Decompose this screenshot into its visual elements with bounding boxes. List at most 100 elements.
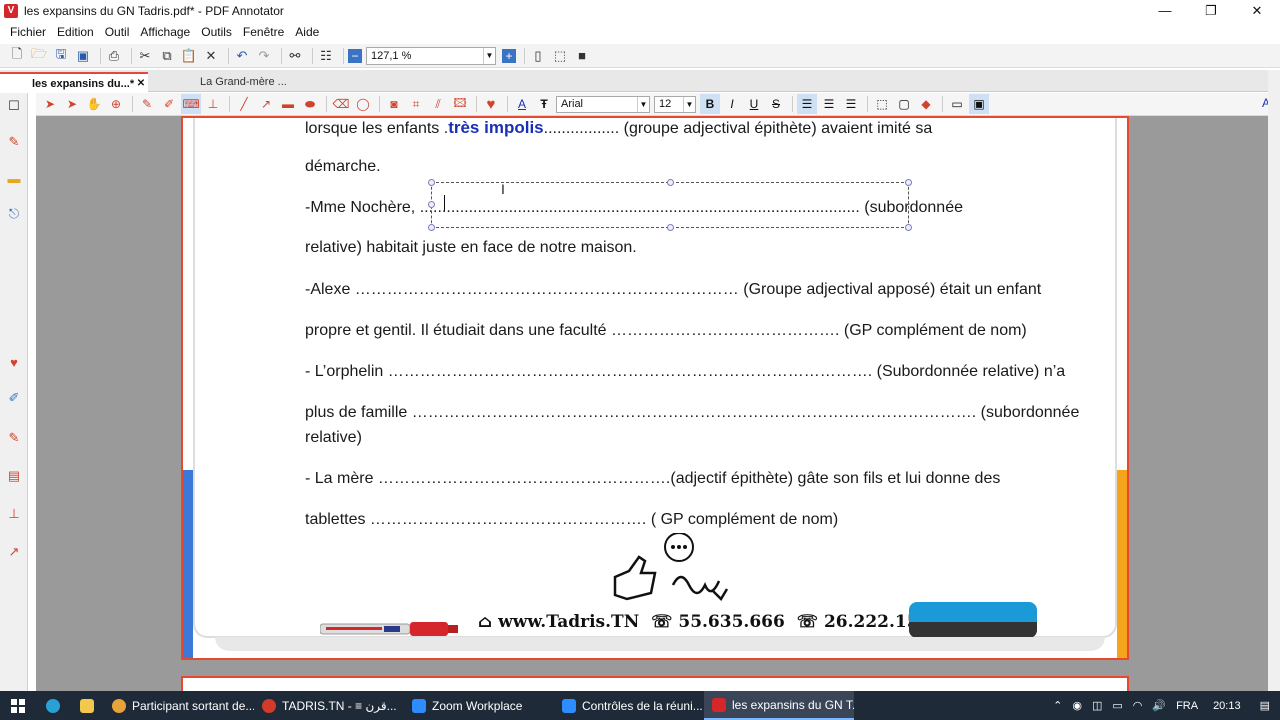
wifi-icon[interactable]: ◠ bbox=[1133, 699, 1143, 712]
menu-affichage[interactable]: Affichage bbox=[140, 25, 190, 39]
rectangle-tool-icon[interactable]: ▬ bbox=[278, 94, 298, 114]
pen-icon[interactable]: ✎ bbox=[5, 133, 23, 151]
camera-icon[interactable]: ◙ bbox=[384, 94, 404, 114]
pen-tool-icon[interactable]: ✎ bbox=[137, 94, 157, 114]
hand-pan-icon[interactable]: ✋ bbox=[84, 94, 104, 114]
typewriter-icon[interactable]: ⌨ bbox=[181, 94, 201, 114]
strikethrough-button[interactable]: S bbox=[766, 94, 786, 114]
menu-outils[interactable]: Outils bbox=[201, 25, 232, 39]
resize-handle[interactable] bbox=[428, 224, 435, 231]
taskbar-item-chrome[interactable]: Participant sortant de... bbox=[104, 691, 254, 720]
align-left-icon[interactable]: ☰ bbox=[797, 94, 817, 114]
marker-tool-icon[interactable]: ✐ bbox=[159, 94, 179, 114]
windows-start-icon[interactable] bbox=[0, 691, 36, 720]
heart-icon[interactable]: ♥ bbox=[5, 353, 23, 371]
find-binoculars-icon[interactable]: ⚯ bbox=[286, 47, 304, 65]
taskbar-item-pdf-annotator[interactable]: les expansins du GN T... bbox=[704, 691, 854, 720]
vertical-scrollbar[interactable] bbox=[1268, 70, 1280, 691]
fit-width-icon[interactable]: ⬚ bbox=[551, 47, 569, 65]
fit-page-icon[interactable]: ▯ bbox=[529, 47, 547, 65]
battery-icon[interactable]: ▭ bbox=[1112, 699, 1122, 712]
tab-les-expansins[interactable]: les expansins du...* ✕ bbox=[0, 72, 148, 92]
chevron-down-icon[interactable]: ▼ bbox=[683, 96, 695, 112]
insert-image-icon[interactable]: 🖾 bbox=[450, 94, 470, 114]
resize-handle[interactable] bbox=[905, 224, 912, 231]
menu-fichier[interactable]: Fichier bbox=[10, 25, 46, 39]
file-explorer-icon[interactable] bbox=[70, 691, 104, 720]
document-viewport[interactable]: lorsque les enfants .très impolis.......… bbox=[36, 116, 1268, 691]
text-frame-active-icon[interactable]: ▣ bbox=[969, 94, 989, 114]
language-indicator[interactable]: FRA bbox=[1176, 700, 1198, 712]
copy-icon[interactable]: ⧉ bbox=[158, 47, 176, 65]
ruler-icon[interactable]: ⫽ bbox=[428, 94, 448, 114]
lasso-tool-icon[interactable]: ◯ bbox=[353, 94, 373, 114]
clock[interactable]: 20:13 bbox=[1213, 700, 1241, 712]
close-tab-icon[interactable]: ✕ bbox=[134, 77, 148, 91]
favorites-heart-icon[interactable]: ♥ bbox=[481, 94, 501, 114]
taskbar-item-zoom-controls[interactable]: Contrôles de la réuni... bbox=[554, 691, 704, 720]
edge-browser-icon[interactable] bbox=[36, 691, 70, 720]
menu-fenetre[interactable]: Fenêtre bbox=[243, 25, 284, 39]
ellipse-tool-icon[interactable]: ⬬ bbox=[300, 94, 320, 114]
zoom-in-icon[interactable]: + bbox=[502, 48, 516, 63]
notifications-icon[interactable]: ▤ bbox=[1260, 699, 1270, 712]
border-style-icon[interactable]: ⬚ bbox=[872, 94, 892, 114]
resize-handle[interactable] bbox=[428, 179, 435, 186]
taskbar-item-tadris[interactable]: TADRIS.TN - ≡ قرن... bbox=[254, 691, 404, 720]
open-folder-icon[interactable]: 🗁 bbox=[30, 46, 48, 65]
eraser-tool-icon[interactable]: ⌫ bbox=[331, 94, 351, 114]
arrow-icon[interactable]: ↗ bbox=[5, 543, 23, 561]
new-document-icon[interactable]: 🗋 bbox=[8, 46, 26, 65]
print-icon[interactable]: ⎙ bbox=[105, 47, 123, 65]
align-right-icon[interactable]: ☰ bbox=[841, 94, 861, 114]
resize-handle[interactable] bbox=[667, 179, 674, 186]
menu-edition[interactable]: Edition bbox=[57, 25, 94, 39]
paperclip-icon[interactable]: ⎋ bbox=[5, 205, 23, 223]
stamp-icon[interactable]: ⊥ bbox=[5, 505, 23, 523]
full-screen-icon[interactable]: ■ bbox=[573, 47, 591, 65]
underline-button[interactable]: U bbox=[744, 94, 764, 114]
next-pdf-page[interactable] bbox=[181, 676, 1129, 691]
chevron-down-icon[interactable]: ▼ bbox=[637, 96, 649, 112]
tab-la-grand-mere[interactable]: La Grand-mère ... bbox=[170, 72, 320, 92]
crop-icon[interactable]: ⌗ bbox=[406, 94, 426, 114]
text-frame-icon[interactable]: ▭ bbox=[947, 94, 967, 114]
save-all-icon[interactable]: ▣ bbox=[74, 47, 92, 65]
font-size-select[interactable]: 12 ▼ bbox=[654, 95, 696, 113]
save-icon[interactable]: 🖫 bbox=[52, 46, 70, 65]
zoom-tool-icon[interactable]: ⊕ bbox=[106, 94, 126, 114]
font-name-select[interactable]: Arial ▼ bbox=[556, 95, 650, 113]
page-layout-icon[interactable]: ☷ bbox=[317, 47, 335, 65]
paste-icon[interactable]: 📋 bbox=[180, 47, 198, 65]
resize-handle[interactable] bbox=[428, 201, 435, 208]
align-center-icon[interactable]: ☰ bbox=[819, 94, 839, 114]
close-button[interactable]: ✕ bbox=[1234, 0, 1280, 22]
redo-icon[interactable]: ↷ bbox=[255, 47, 273, 65]
border-box-icon[interactable]: ▢ bbox=[894, 94, 914, 114]
restore-button[interactable]: ❐ bbox=[1188, 0, 1234, 22]
checkbox-icon[interactable]: ☐ bbox=[5, 97, 23, 115]
folder-icon[interactable]: ▬ bbox=[5, 169, 23, 187]
volume-icon[interactable]: 🔊 bbox=[1152, 699, 1166, 712]
resize-handle[interactable] bbox=[905, 179, 912, 186]
arrow-tool-icon[interactable]: ↗ bbox=[256, 94, 276, 114]
zoom-out-icon[interactable]: − bbox=[348, 48, 362, 63]
highlighter-icon[interactable]: ✎ bbox=[5, 429, 23, 447]
chevron-down-icon[interactable]: ▼ bbox=[483, 47, 495, 64]
taskbar-item-zoom-workplace[interactable]: Zoom Workplace bbox=[404, 691, 554, 720]
minimize-button[interactable]: — bbox=[1142, 0, 1188, 22]
chevron-up-icon[interactable]: ⌃ bbox=[1053, 699, 1062, 712]
bold-button[interactable]: B bbox=[700, 94, 720, 114]
select-arrow-icon[interactable]: ➤ bbox=[40, 94, 60, 114]
handwritten-annotation[interactable]: très impolis bbox=[448, 118, 543, 137]
menu-aide[interactable]: Aide bbox=[295, 25, 319, 39]
resize-handle[interactable] bbox=[667, 224, 674, 231]
meet-now-icon[interactable]: ◉ bbox=[1072, 699, 1082, 712]
pdf-page[interactable]: lorsque les enfants .très impolis.......… bbox=[181, 116, 1129, 660]
undo-icon[interactable]: ↶ bbox=[233, 47, 251, 65]
network-icon[interactable]: ◫ bbox=[1092, 699, 1102, 712]
menu-outil[interactable]: Outil bbox=[105, 25, 130, 39]
delete-icon[interactable]: ✕ bbox=[202, 47, 220, 65]
select-text-icon[interactable]: ➤ bbox=[62, 94, 82, 114]
cut-icon[interactable]: ✂ bbox=[136, 47, 154, 65]
